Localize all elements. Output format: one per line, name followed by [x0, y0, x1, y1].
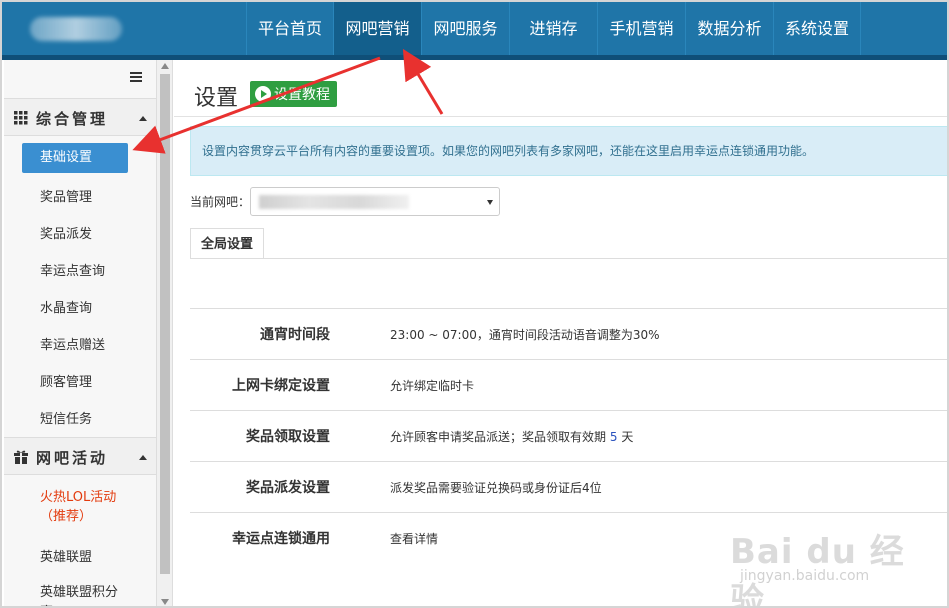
current-bar-select[interactable]	[250, 187, 500, 216]
sidebar-item-lol-points-tournament[interactable]: 英雄联盟积分赛	[40, 583, 120, 606]
nav-netbar-marketing[interactable]: 网吧营销	[333, 2, 421, 55]
view-details-link[interactable]: 查看详情	[390, 530, 438, 547]
dropdown-arrow-icon	[487, 200, 493, 205]
nav-data-analysis[interactable]: 数据分析	[685, 2, 773, 55]
scroll-down-icon[interactable]	[161, 599, 169, 605]
baidu-watermark: Bai du 经验 jingyan.baidu.com	[730, 512, 920, 606]
nav-netbar-service[interactable]: 网吧服务	[421, 2, 509, 55]
setting-value: 允许绑定临时卡	[390, 379, 475, 393]
setting-value: 23:00 ~ 07:00，通宵时间段活动语音调整为30%	[390, 328, 660, 342]
tutorial-button-label: 设置教程	[274, 87, 330, 103]
setting-row: 上网卡绑定设置 允许绑定临时卡	[190, 359, 947, 410]
sidebar-scrollbar[interactable]	[157, 60, 173, 606]
scrollbar-thumb[interactable]	[160, 74, 170, 574]
sidebar-section-title: 网吧活动	[36, 449, 109, 467]
setting-value: 允许顾客申请奖品派送；奖品领取有效期 5 天	[390, 428, 633, 445]
nav-platform-home[interactable]: 平台首页	[246, 2, 333, 55]
main-nav: 平台首页 网吧营销 网吧服务 进销存 手机营销 数据分析 系统设置	[246, 2, 861, 55]
sidebar-item-lucky-points-gift[interactable]: 幸运点赠送	[40, 334, 105, 353]
setting-row: 奖品领取设置 允许顾客申请奖品派送；奖品领取有效期 5 天	[190, 410, 947, 461]
menu-toggle-icon[interactable]	[130, 72, 142, 82]
sidebar-section-title: 综合管理	[36, 110, 109, 128]
tab-global-settings[interactable]: 全局设置	[190, 228, 264, 259]
caret-up-icon	[139, 116, 147, 121]
setting-label: 通宵时间段	[260, 327, 330, 343]
gift-icon	[14, 450, 28, 464]
divider	[174, 116, 947, 117]
scroll-up-icon[interactable]	[161, 63, 169, 69]
sidebar-item-hot-lol-activity[interactable]: 火热LOL活动（推荐）	[40, 488, 130, 526]
sidebar-item-crystal-query[interactable]: 水晶查询	[40, 297, 92, 316]
page-title: 设置	[194, 86, 239, 111]
grid-icon	[14, 111, 28, 125]
divider	[190, 258, 947, 259]
setting-row: 通宵时间段 23:00 ~ 07:00，通宵时间段活动语音调整为30%	[190, 308, 947, 359]
sidebar-item-league-of-legends[interactable]: 英雄联盟	[40, 546, 92, 565]
caret-up-icon	[139, 455, 147, 460]
app-window: 平台首页 网吧营销 网吧服务 进销存 手机营销 数据分析 系统设置 综合管理 基…	[0, 0, 949, 608]
current-bar-label: 当前网吧：	[190, 195, 251, 209]
setting-value-unit: 天	[621, 430, 634, 444]
setting-label: 上网卡绑定设置	[232, 378, 330, 394]
setting-row: 奖品派发设置 派发奖品需要验证兑换码或身份证后4位	[190, 461, 947, 512]
info-alert: 设置内容贯穿云平台所有内容的重要设置项。如果您的网吧列表有多家网吧，还能在这里启…	[190, 126, 947, 176]
sidebar: 综合管理 基础设置 奖品管理 奖品派发 幸运点查询 水晶查询 幸运点赠送 顾客管…	[4, 60, 157, 606]
tutorial-button[interactable]: 设置教程	[250, 81, 337, 107]
nav-mobile-marketing[interactable]: 手机营销	[597, 2, 685, 55]
play-icon	[255, 86, 271, 102]
setting-label: 幸运点连锁通用	[232, 531, 330, 547]
logo-blurred	[30, 17, 122, 41]
setting-value-text: 允许顾客申请奖品派送；奖品领取有效期	[390, 430, 607, 444]
top-bar: 平台首页 网吧营销 网吧服务 进销存 手机营销 数据分析 系统设置	[2, 2, 947, 60]
sidebar-item-sms-tasks[interactable]: 短信任务	[40, 408, 92, 427]
setting-label: 奖品领取设置	[246, 429, 330, 445]
setting-label: 奖品派发设置	[246, 480, 330, 496]
blurred-bar-name	[259, 195, 409, 209]
validity-days: 5	[609, 430, 618, 444]
sidebar-section-general[interactable]: 综合管理	[4, 98, 156, 136]
sidebar-item-basic-settings[interactable]: 基础设置	[22, 143, 128, 173]
sidebar-item-lucky-points-query[interactable]: 幸运点查询	[40, 260, 105, 279]
nav-system-settings[interactable]: 系统设置	[773, 2, 861, 55]
watermark-site: jingyan.baidu.com	[740, 568, 870, 584]
sidebar-item-customer-management[interactable]: 顾客管理	[40, 371, 92, 390]
sidebar-item-prize-management[interactable]: 奖品管理	[40, 186, 92, 205]
sidebar-item-prize-dispatch[interactable]: 奖品派发	[40, 223, 92, 242]
nav-inventory[interactable]: 进销存	[509, 2, 597, 55]
setting-value: 派发奖品需要验证兑换码或身份证后4位	[390, 481, 602, 495]
sidebar-section-netbar-activities[interactable]: 网吧活动	[4, 437, 156, 475]
watermark-brand: Bai du 经验	[730, 532, 905, 608]
